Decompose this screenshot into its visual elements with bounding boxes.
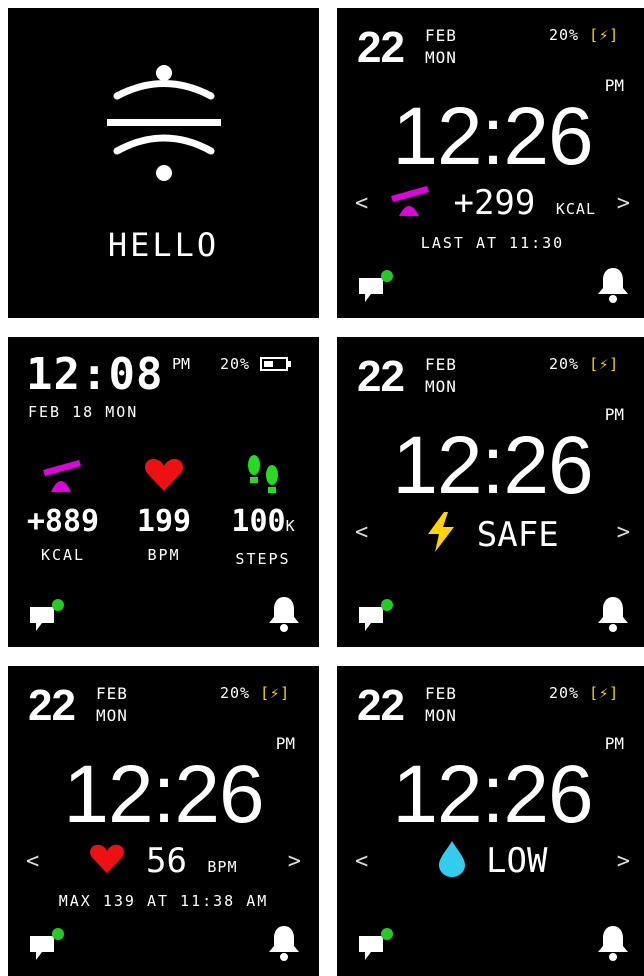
footsteps-icon	[248, 455, 278, 493]
message-icon[interactable]	[30, 928, 66, 962]
hydration-screen: 22 FEB MON 20% [⚡] PM 12:26 < > LOW	[337, 666, 644, 976]
ampm-label: PM	[604, 734, 624, 753]
charging-icon: [⚡]	[589, 26, 620, 44]
bell-icon[interactable]	[596, 595, 630, 633]
calories-unit: KCAL	[555, 200, 596, 218]
greeting-text: HELLO	[107, 226, 220, 264]
scale-icon	[43, 460, 81, 492]
bell-icon[interactable]	[267, 595, 301, 633]
water-drop-icon	[438, 841, 465, 877]
clock-time: 12:26	[392, 91, 593, 182]
day-number: 22	[357, 352, 405, 401]
heart-rate-stat: 199 BPM	[114, 452, 214, 564]
battery-status: 20% [⚡]	[549, 355, 619, 373]
day-number: 22	[28, 681, 76, 730]
clock-time: 12:08	[26, 349, 164, 400]
charging-icon: [⚡]	[260, 684, 291, 702]
heart-icon	[144, 458, 184, 491]
battery-status: 20%	[220, 355, 292, 373]
ampm-label: PM	[172, 355, 191, 373]
welcome-screen: HELLO	[8, 8, 319, 318]
charging-icon: [⚡]	[589, 355, 620, 373]
month-label: FEB	[425, 684, 457, 703]
month-label: FEB	[425, 26, 457, 45]
lightning-icon	[428, 512, 455, 552]
calories-metric: +299 KCAL	[337, 183, 644, 229]
calories-value: +299	[453, 183, 536, 223]
stat-label: STEPS	[235, 550, 291, 568]
battery-percent: 20%	[549, 684, 580, 702]
message-icon[interactable]	[359, 599, 395, 633]
ampm-label: PM	[604, 405, 624, 424]
ampm-label: PM	[275, 734, 295, 753]
charging-icon: [⚡]	[589, 684, 620, 702]
steps-stat: 100K STEPS	[213, 452, 313, 568]
battery-status: 20% [⚡]	[549, 26, 619, 44]
day-number: 22	[357, 23, 405, 72]
battery-status: 20% [⚡]	[549, 684, 619, 702]
battery-percent: 20%	[549, 355, 580, 373]
weekday-label: MON	[425, 377, 457, 396]
stat-value: +889	[26, 504, 100, 539]
hydration-status: LOW	[337, 841, 644, 881]
ampm-label: PM	[604, 76, 624, 95]
stat-label: KCAL	[40, 546, 86, 564]
battery-status: 20% [⚡]	[220, 684, 290, 702]
clock-time: 12:26	[392, 420, 593, 511]
calories-stat: +889 KCAL	[13, 452, 113, 564]
date-label: FEB 18 MON	[28, 403, 139, 421]
weekday-label: MON	[96, 706, 128, 725]
month-label: FEB	[425, 355, 457, 374]
bell-icon[interactable]	[267, 924, 301, 962]
bell-icon[interactable]	[596, 266, 630, 304]
clock-time: 12:26	[63, 749, 264, 840]
heart-rate-screen: 22 FEB MON 20% [⚡] PM 12:26 < > 56 BPM M…	[8, 666, 319, 976]
stat-value: 199	[136, 504, 192, 539]
stat-value: 100	[231, 504, 286, 539]
weekday-label: MON	[425, 48, 457, 67]
safety-status: SAFE	[337, 512, 644, 555]
bpm-unit: BPM	[207, 858, 238, 876]
heart-icon	[90, 844, 125, 874]
bpm-value: 56	[145, 841, 187, 881]
battery-percent: 20%	[220, 355, 251, 373]
status-text: SAFE	[476, 515, 559, 555]
battery-icon	[260, 357, 292, 371]
message-icon[interactable]	[359, 270, 395, 304]
message-icon[interactable]	[359, 928, 395, 962]
message-icon[interactable]	[30, 599, 66, 633]
battery-percent: 20%	[220, 684, 251, 702]
month-label: FEB	[96, 684, 128, 703]
stat-label: BPM	[147, 546, 181, 564]
max-heart-rate: MAX 139 AT 11:38 AM	[58, 892, 269, 910]
status-text: LOW	[486, 841, 548, 881]
safety-screen: 22 FEB MON 20% [⚡] PM 12:26 < > SAFE	[337, 337, 644, 647]
stat-unit: K	[285, 517, 295, 535]
heart-rate-metric: 56 BPM	[8, 841, 319, 887]
last-update: LAST AT 11:30	[420, 234, 565, 252]
clock-time: 12:26	[392, 749, 593, 840]
weekday-label: MON	[425, 706, 457, 725]
summary-screen: 12:08 PM 20% FEB 18 MON +889 KCAL 199 BP…	[8, 337, 319, 647]
scale-icon	[391, 186, 429, 216]
battery-percent: 20%	[549, 26, 580, 44]
logo-icon	[107, 65, 221, 181]
bell-icon[interactable]	[596, 924, 630, 962]
day-number: 22	[357, 681, 405, 730]
calories-screen: 22 FEB MON 20% [⚡] PM 12:26 < > +299 KCA…	[337, 8, 644, 318]
